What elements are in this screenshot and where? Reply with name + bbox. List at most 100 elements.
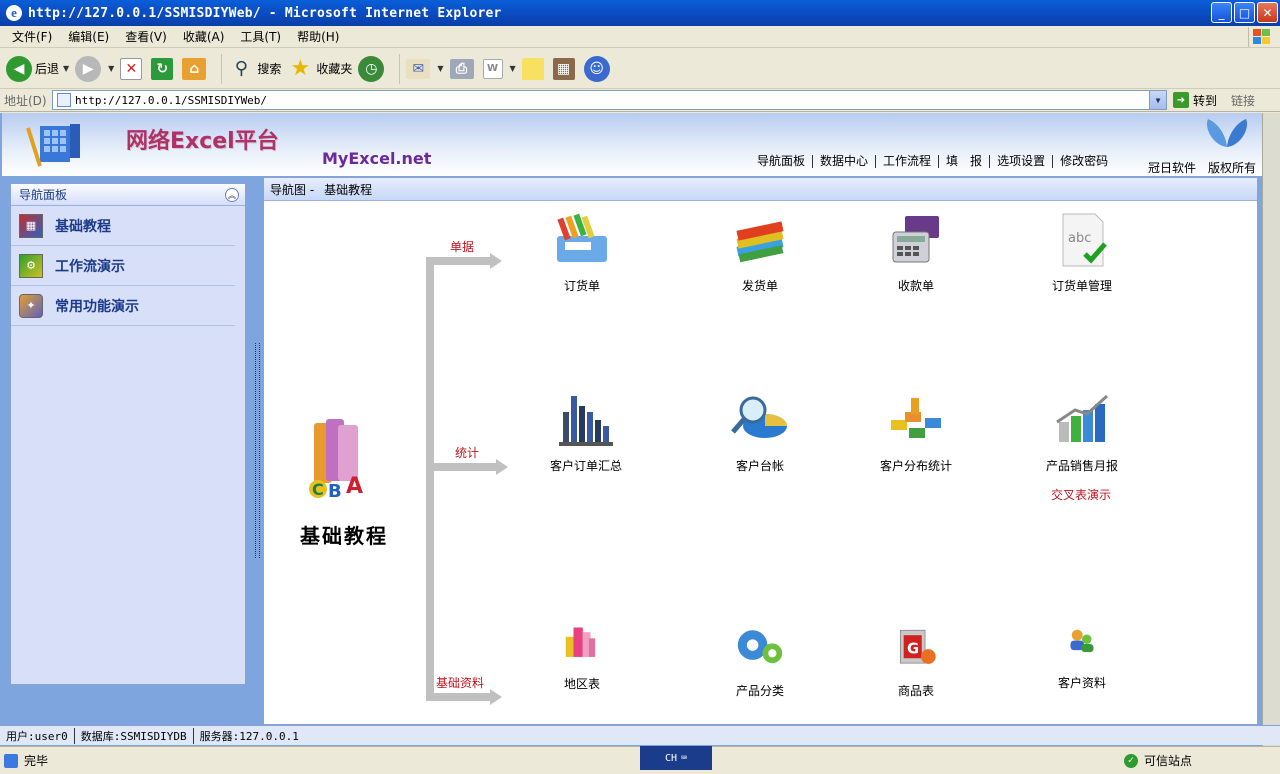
node-label: 客户资料: [1057, 676, 1106, 690]
stop-button[interactable]: ✕: [120, 57, 145, 80]
page-content: 网络Excel平台 MyExcel.net 导航面板 数据中心 工作流程 填 报…: [0, 113, 1280, 746]
tutorial-diagram: C B A 基础教程 单据 统计 基础资料 订货单 发货单 收款单 abc 订货…: [264, 202, 1257, 724]
home-icon: ⌂: [182, 57, 207, 80]
panel-splitter[interactable]: [255, 343, 260, 558]
back-arrow-icon: ◀: [6, 55, 32, 82]
go-label: 转到: [1193, 93, 1218, 108]
sidebar-item-workflow-demo[interactable]: ⚙ 工作流演示: [11, 246, 235, 286]
node-label: 客户订单汇总: [549, 459, 622, 473]
mail-icon: ✉: [406, 58, 431, 79]
research-button[interactable]: ▦: [552, 57, 578, 80]
zone-label: 可信站点: [1144, 754, 1193, 768]
node-order-management[interactable]: abc 订货单管理: [1022, 212, 1142, 294]
grid-icon: ▦: [19, 213, 43, 238]
books-abc-icon: C B A: [309, 419, 363, 502]
app-header: 网络Excel平台 MyExcel.net 导航面板 数据中心 工作流程 填 报…: [2, 113, 1262, 176]
ie-logo-icon: e: [6, 5, 22, 21]
history-button[interactable]: ◷: [358, 55, 387, 82]
address-dropdown-icon[interactable]: ▼: [1149, 91, 1166, 109]
print-button[interactable]: ⎙: [449, 58, 477, 79]
node-region-table[interactable]: 地区表: [522, 620, 642, 692]
node-customer-order-summary[interactable]: 客户订单汇总: [526, 392, 646, 474]
home-button[interactable]: ⌂: [182, 57, 209, 80]
menu-file[interactable]: 文件(F): [4, 28, 60, 45]
messenger-icon: ☺: [583, 55, 610, 82]
panel-header: 导航面板 ︽: [11, 184, 245, 206]
sidebar-item-basic-tutorial[interactable]: ▦ 基础教程: [11, 206, 235, 246]
copyright-text: 版权所有: [1208, 161, 1257, 175]
connector-branch: [426, 463, 496, 471]
word-doc-icon: W: [482, 58, 503, 79]
butterfly-logo-icon: [1206, 119, 1248, 147]
node-goods-table[interactable]: G 商品表: [856, 627, 976, 699]
go-arrow-icon: ➜: [1173, 92, 1189, 108]
printer-icon: ⎙: [449, 58, 474, 79]
toolbox-icon: ✦: [19, 293, 43, 318]
node-label: 发货单: [741, 279, 778, 293]
favorites-button[interactable]: ★ 收藏夹: [287, 56, 352, 82]
forward-arrow-icon: ▶: [75, 55, 102, 82]
nav-panel-link[interactable]: 导航面板: [750, 155, 814, 168]
excel-cube-logo-icon: [26, 124, 80, 167]
node-label: 客户分布统计: [879, 459, 952, 473]
messenger-button[interactable]: ☺: [583, 55, 613, 82]
ime-indicator[interactable]: CH ⌨: [640, 746, 712, 770]
refresh-button[interactable]: ↻: [151, 57, 176, 80]
vertical-scrollbar[interactable]: [1262, 113, 1280, 746]
main-panel: 导航图 - 基础教程 C B A 基础教程 单据 统计 基础资料 订货单 发货单…: [263, 177, 1258, 725]
sidebar-item-label: 工作流演示: [55, 258, 125, 275]
address-input[interactable]: http://127.0.0.1/SSMISDIYWeb/ ▼: [52, 90, 1167, 110]
window-titlebar: e http://127.0.0.1/SSMISDIYWeb/ - Micros…: [0, 0, 1280, 26]
node-delivery-form[interactable]: 发货单: [700, 212, 820, 294]
edit-button[interactable]: W ▼: [482, 58, 516, 79]
magnifier-pie-icon: [731, 396, 787, 438]
browser-toolbar: ◀ 后退 ▼ ▶ ▼ ✕ ↻ ⌂ ⚲ 搜索 ★ 收藏夹 ◷ ✉ ▼ ⎙ W ▼ ▦ ☺: [0, 49, 1280, 89]
minimize-button[interactable]: _: [1211, 2, 1232, 23]
books-icon: [736, 221, 784, 263]
status-done: 完毕: [24, 754, 49, 768]
go-button[interactable]: ➜ 转到: [1173, 92, 1217, 109]
collapse-icon[interactable]: ︽: [225, 188, 239, 202]
category-documents: 单据: [450, 240, 475, 254]
node-customer-ledger[interactable]: 客户台帐: [700, 392, 820, 474]
menu-tools[interactable]: 工具(T): [232, 28, 289, 45]
users-icon: [1070, 629, 1094, 653]
trusted-check-icon: ✓: [1124, 753, 1138, 768]
menu-view[interactable]: 查看(V): [117, 28, 175, 45]
discuss-button[interactable]: [521, 57, 547, 80]
menu-edit[interactable]: 编辑(E): [60, 28, 117, 45]
search-button[interactable]: ⚲ 搜索: [228, 56, 282, 82]
favorites-label: 收藏夹: [316, 62, 353, 76]
menu-help[interactable]: 帮助(H): [289, 28, 347, 45]
node-order-form[interactable]: 订货单: [522, 212, 642, 294]
page-icon: [57, 93, 71, 107]
nav-options-link[interactable]: 选项设置: [990, 155, 1054, 168]
maximize-button[interactable]: □: [1234, 2, 1255, 23]
sidebar-item-common-features[interactable]: ✦ 常用功能演示: [11, 286, 235, 326]
nav-data-center-link[interactable]: 数据中心: [813, 155, 877, 168]
node-customer-info[interactable]: 客户资料: [1022, 627, 1142, 691]
status-user: 用户:user0: [6, 727, 75, 744]
forward-button[interactable]: ▶ ▼: [75, 55, 114, 82]
node-label: 收款单: [897, 279, 934, 293]
nav-fill-link[interactable]: 填 报: [939, 155, 991, 168]
close-button[interactable]: ✕: [1257, 2, 1278, 23]
menu-favorites[interactable]: 收藏(A): [175, 28, 233, 45]
links-button[interactable]: 链接: [1231, 92, 1255, 109]
research-icon: ▦: [552, 57, 575, 80]
company-name: 冠日软件: [1148, 161, 1197, 175]
mail-button[interactable]: ✉ ▼: [406, 58, 444, 79]
cross-table-demo-link[interactable]: 交叉表演示: [1051, 486, 1111, 503]
node-customer-distribution[interactable]: 客户分布统计: [856, 392, 976, 474]
ime-label: CH: [664, 752, 677, 764]
bar-chart-icon: [559, 396, 613, 446]
nav-workflow-link[interactable]: 工作流程: [876, 155, 940, 168]
node-monthly-sales[interactable]: 产品销售月报: [1022, 392, 1142, 474]
arrow-icon: [496, 459, 508, 475]
node-receipt-form[interactable]: 收款单: [856, 212, 976, 294]
nav-password-link[interactable]: 修改密码: [1053, 155, 1115, 168]
gear-book-icon: ⚙: [19, 253, 43, 278]
node-product-category[interactable]: 产品分类: [700, 627, 820, 699]
back-button[interactable]: ◀ 后退 ▼: [6, 55, 69, 82]
keyboard-icon: ⌨: [681, 752, 688, 764]
